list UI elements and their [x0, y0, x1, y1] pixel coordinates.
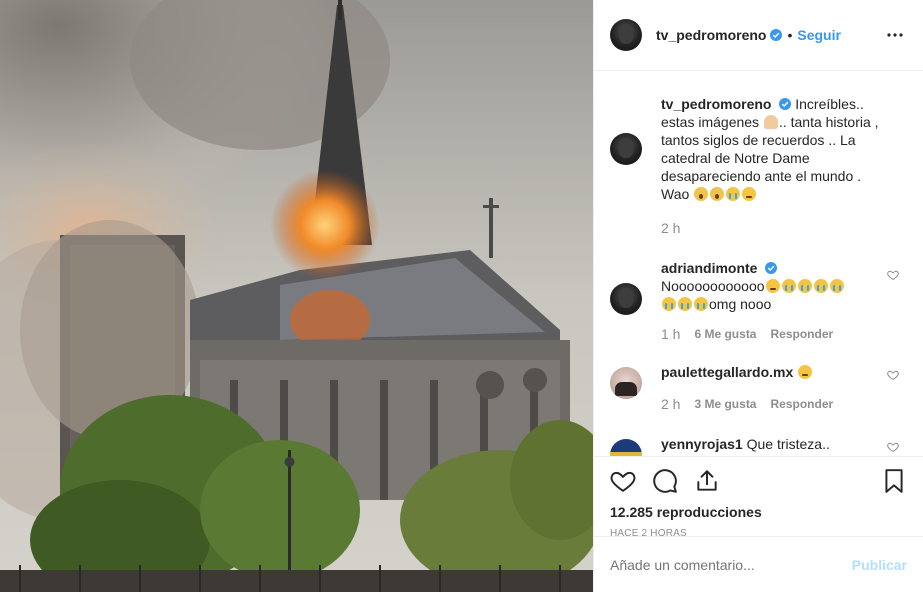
post-video[interactable] — [0, 0, 593, 592]
separator-dot: • — [787, 27, 793, 43]
reply-button[interactable]: Responder — [770, 395, 833, 413]
post-header: tv_pedromoreno • Seguir — [594, 0, 923, 71]
face-crying-emoji-icon — [813, 279, 828, 293]
comment-meta: 2 h 3 Me gusta Responder — [661, 395, 893, 413]
publish-button[interactable]: Publicar — [852, 557, 907, 573]
comment-item: paulettegallardo.mx 2 h 3 Me gusta Respo… — [610, 363, 907, 413]
comment-time[interactable]: 1 h — [661, 325, 680, 343]
caption-username[interactable]: tv_pedromoreno — [661, 96, 771, 112]
comments-list[interactable]: tv_pedromoreno Increíbles.. estas imágen… — [594, 71, 923, 456]
comment-text: Que tristeza.. — [746, 436, 830, 452]
comment-item: yennyrojas1 Que tristeza.. — [610, 435, 907, 456]
comment-username[interactable]: adriandimonte — [661, 260, 757, 276]
verified-badge-icon — [770, 29, 783, 41]
comment-like-heart-icon[interactable] — [887, 369, 899, 381]
comment-text-part1: Noooooooooooo — [661, 278, 765, 294]
author-avatar[interactable] — [610, 133, 642, 165]
face-crying-emoji-icon — [678, 297, 692, 311]
comment-time[interactable]: 2 h — [661, 395, 680, 413]
face-crying-emoji-icon — [781, 279, 796, 293]
share-icon[interactable] — [694, 468, 720, 494]
commenter-avatar[interactable] — [610, 367, 642, 399]
verified-badge-icon — [765, 262, 778, 274]
follow-button[interactable]: Seguir — [797, 27, 841, 43]
view-count[interactable]: 12.285 reproducciones — [610, 504, 907, 520]
face-pensive-emoji-icon — [798, 365, 813, 379]
face-pensive-emoji-icon — [765, 279, 780, 293]
comment-likes[interactable]: 6 Me gusta — [694, 325, 756, 343]
comment-like-heart-icon[interactable] — [887, 441, 899, 453]
add-comment-input[interactable] — [610, 556, 852, 573]
commenter-avatar[interactable] — [610, 283, 642, 315]
caption: tv_pedromoreno Increíbles.. estas imágen… — [610, 95, 907, 237]
action-icons — [610, 467, 907, 495]
notre-dame-fire-image — [0, 0, 593, 592]
face-screaming-emoji-icon — [710, 187, 725, 201]
caption-time[interactable]: 2 h — [661, 219, 680, 237]
person-facepalm-emoji-icon — [763, 115, 778, 129]
face-crying-emoji-icon — [662, 297, 676, 311]
post-sidebar: tv_pedromoreno • Seguir tv_pedromoreno I… — [593, 0, 923, 592]
comment-like-heart-icon[interactable] — [887, 269, 899, 281]
author-username[interactable]: tv_pedromoreno — [656, 27, 766, 43]
comment-username[interactable]: paulettegallardo.mx — [661, 364, 793, 380]
add-comment-bar: Publicar — [594, 536, 923, 592]
comment-likes[interactable]: 3 Me gusta — [694, 395, 756, 413]
author-avatar[interactable] — [610, 19, 642, 51]
comment-username[interactable]: yennyrojas1 — [661, 436, 743, 452]
save-bookmark-icon[interactable] — [881, 468, 907, 494]
comment-meta: 1 h 6 Me gusta Responder — [661, 325, 893, 343]
comment-text-part2: omg nooo — [709, 296, 772, 312]
more-options-icon[interactable] — [883, 23, 907, 47]
commenter-avatar[interactable] — [610, 439, 642, 456]
face-crying-emoji-icon — [797, 279, 812, 293]
face-crying-emoji-icon — [829, 279, 844, 293]
reply-button[interactable]: Responder — [770, 325, 833, 343]
face-screaming-emoji-icon — [694, 187, 709, 201]
like-heart-icon[interactable] — [610, 468, 636, 494]
face-crying-emoji-icon — [694, 297, 708, 311]
verified-badge-icon — [779, 98, 792, 110]
face-crying-emoji-icon — [726, 187, 741, 201]
comment-item: adriandimonte Noooooooooooo omg nooo 1 h … — [610, 259, 907, 343]
caption-meta: 2 h — [661, 219, 893, 237]
comment-bubble-icon[interactable] — [652, 468, 678, 494]
face-pensive-emoji-icon — [742, 187, 757, 201]
